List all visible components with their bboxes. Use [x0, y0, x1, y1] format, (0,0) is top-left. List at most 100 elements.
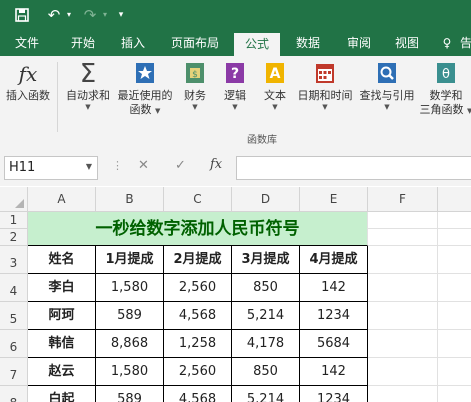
logical-button[interactable]: ? 逻辑 ▼ — [216, 62, 254, 112]
tab-tell-me[interactable]: 告 — [456, 30, 471, 56]
select-all-corner[interactable] — [0, 187, 28, 212]
value-cell[interactable]: 142 — [300, 358, 368, 386]
value-cell[interactable]: 589 — [96, 302, 164, 330]
cell[interactable] — [368, 212, 438, 229]
header-cell[interactable]: 3月提成 — [232, 246, 300, 274]
column-header-c[interactable]: C — [164, 187, 232, 212]
text-button[interactable]: A 文本 ▼ — [256, 62, 294, 112]
cell[interactable] — [368, 229, 438, 246]
undo-dropdown-icon[interactable]: ▾ — [64, 0, 74, 30]
date-time-button[interactable]: 日期和时间 ▼ — [294, 62, 356, 112]
row-header-1[interactable]: 1 — [0, 212, 28, 229]
tab-data[interactable]: 数据 — [287, 30, 329, 56]
name-cell[interactable]: 李白 — [28, 274, 96, 302]
tab-view[interactable]: 视图 — [386, 30, 428, 56]
header-cell[interactable]: 4月提成 — [300, 246, 368, 274]
undo-icon[interactable]: ↶ — [44, 0, 64, 30]
value-cell[interactable]: 1,580 — [96, 358, 164, 386]
value-cell[interactable]: 2,560 — [164, 274, 232, 302]
cell[interactable] — [438, 302, 471, 330]
enter-icon[interactable]: ✓ — [175, 158, 186, 173]
insert-function-button[interactable]: fx 插入函数 — [2, 62, 54, 103]
value-cell[interactable]: 142 — [300, 274, 368, 302]
cell[interactable] — [368, 246, 438, 274]
svg-text:?: ? — [231, 66, 239, 82]
row-header-3[interactable]: 3 — [0, 246, 28, 274]
tab-review[interactable]: 审阅 — [338, 30, 380, 56]
column-header-g[interactable] — [438, 187, 471, 212]
cell[interactable] — [438, 330, 471, 358]
cell[interactable] — [438, 229, 471, 246]
customize-icon[interactable]: ▾ — [114, 0, 128, 30]
value-cell[interactable]: 1,580 — [96, 274, 164, 302]
name-cell[interactable]: 赵云 — [28, 358, 96, 386]
autosum-button[interactable]: Σ 自动求和 ▼ — [60, 61, 116, 112]
cell[interactable] — [368, 330, 438, 358]
chevron-down-icon[interactable]: ▼ — [86, 162, 92, 171]
cell[interactable] — [438, 212, 471, 229]
column-header-e[interactable]: E — [300, 187, 368, 212]
value-cell[interactable]: 850 — [232, 274, 300, 302]
cell[interactable] — [438, 386, 471, 402]
autosum-label: 自动求和 — [66, 89, 110, 102]
value-cell[interactable]: 2,560 — [164, 358, 232, 386]
value-cell[interactable]: 8,868 — [96, 330, 164, 358]
lookup-reference-button[interactable]: 查找与引用 ▼ — [356, 62, 418, 112]
cell[interactable] — [438, 358, 471, 386]
header-cell[interactable]: 1月提成 — [96, 246, 164, 274]
tab-insert[interactable]: 插入 — [112, 30, 154, 56]
tab-page-layout[interactable]: 页面布局 — [164, 30, 226, 56]
name-cell[interactable]: 白起 — [28, 386, 96, 402]
ribbon-separator — [57, 62, 58, 132]
cell[interactable] — [368, 302, 438, 330]
formula-input[interactable] — [236, 156, 471, 180]
value-cell[interactable]: 4,178 — [232, 330, 300, 358]
redo-icon[interactable]: ↷ — [80, 0, 100, 30]
redo-dropdown-icon[interactable]: ▾ — [100, 0, 110, 30]
tab-file[interactable]: 文件 — [6, 30, 48, 56]
lightbulb-icon[interactable]: ♀ — [440, 30, 454, 56]
math-trig-button[interactable]: θ 数学和 三角函数 ▼ — [418, 62, 471, 116]
row-header-5[interactable]: 5 — [0, 302, 28, 330]
row-header-7[interactable]: 7 — [0, 358, 28, 386]
name-cell[interactable]: 韩信 — [28, 330, 96, 358]
svg-text:A: A — [270, 66, 281, 82]
header-cell[interactable]: 姓名 — [28, 246, 96, 274]
financial-button[interactable]: $ 财务 ▼ — [176, 62, 214, 112]
ribbon-tabs: 文件 开始 插入 页面布局 公式 数据 审阅 视图 ♀ 告 — [0, 30, 471, 56]
value-cell[interactable]: 5,214 — [232, 386, 300, 402]
recently-used-button[interactable]: 最近使用的 函数 ▼ — [114, 62, 176, 116]
insert-function-icon[interactable]: fx — [210, 157, 222, 172]
tab-formulas[interactable]: 公式 — [234, 33, 280, 56]
row-header-4[interactable]: 4 — [0, 274, 28, 302]
row-header-8[interactable]: 8 — [0, 386, 28, 402]
value-cell[interactable]: 5,214 — [232, 302, 300, 330]
column-header-f[interactable]: F — [368, 187, 438, 212]
value-cell[interactable]: 1,258 — [164, 330, 232, 358]
value-cell[interactable]: 4,568 — [164, 302, 232, 330]
value-cell[interactable]: 850 — [232, 358, 300, 386]
name-box[interactable]: H11 ▼ — [4, 156, 98, 180]
value-cell[interactable]: 4,568 — [164, 386, 232, 402]
tab-home[interactable]: 开始 — [62, 30, 104, 56]
value-cell[interactable]: 1234 — [300, 386, 368, 402]
column-header-a[interactable]: A — [28, 187, 96, 212]
value-cell[interactable]: 589 — [96, 386, 164, 402]
name-cell[interactable]: 阿珂 — [28, 302, 96, 330]
column-header-b[interactable]: B — [96, 187, 164, 212]
cell[interactable] — [368, 358, 438, 386]
title-cell[interactable]: 一秒给数字添加人民币符号 — [28, 212, 368, 246]
cell[interactable] — [368, 386, 438, 402]
cell[interactable] — [438, 246, 471, 274]
cell[interactable] — [438, 274, 471, 302]
value-cell[interactable]: 1234 — [300, 302, 368, 330]
cancel-icon[interactable]: ✕ — [138, 158, 149, 173]
more-options-icon[interactable]: ⋮ — [112, 159, 123, 172]
column-header-d[interactable]: D — [232, 187, 300, 212]
row-header-2[interactable]: 2 — [0, 229, 28, 246]
row-header-6[interactable]: 6 — [0, 330, 28, 358]
header-cell[interactable]: 2月提成 — [164, 246, 232, 274]
save-icon[interactable] — [12, 0, 32, 30]
cell[interactable] — [368, 274, 438, 302]
value-cell[interactable]: 5684 — [300, 330, 368, 358]
